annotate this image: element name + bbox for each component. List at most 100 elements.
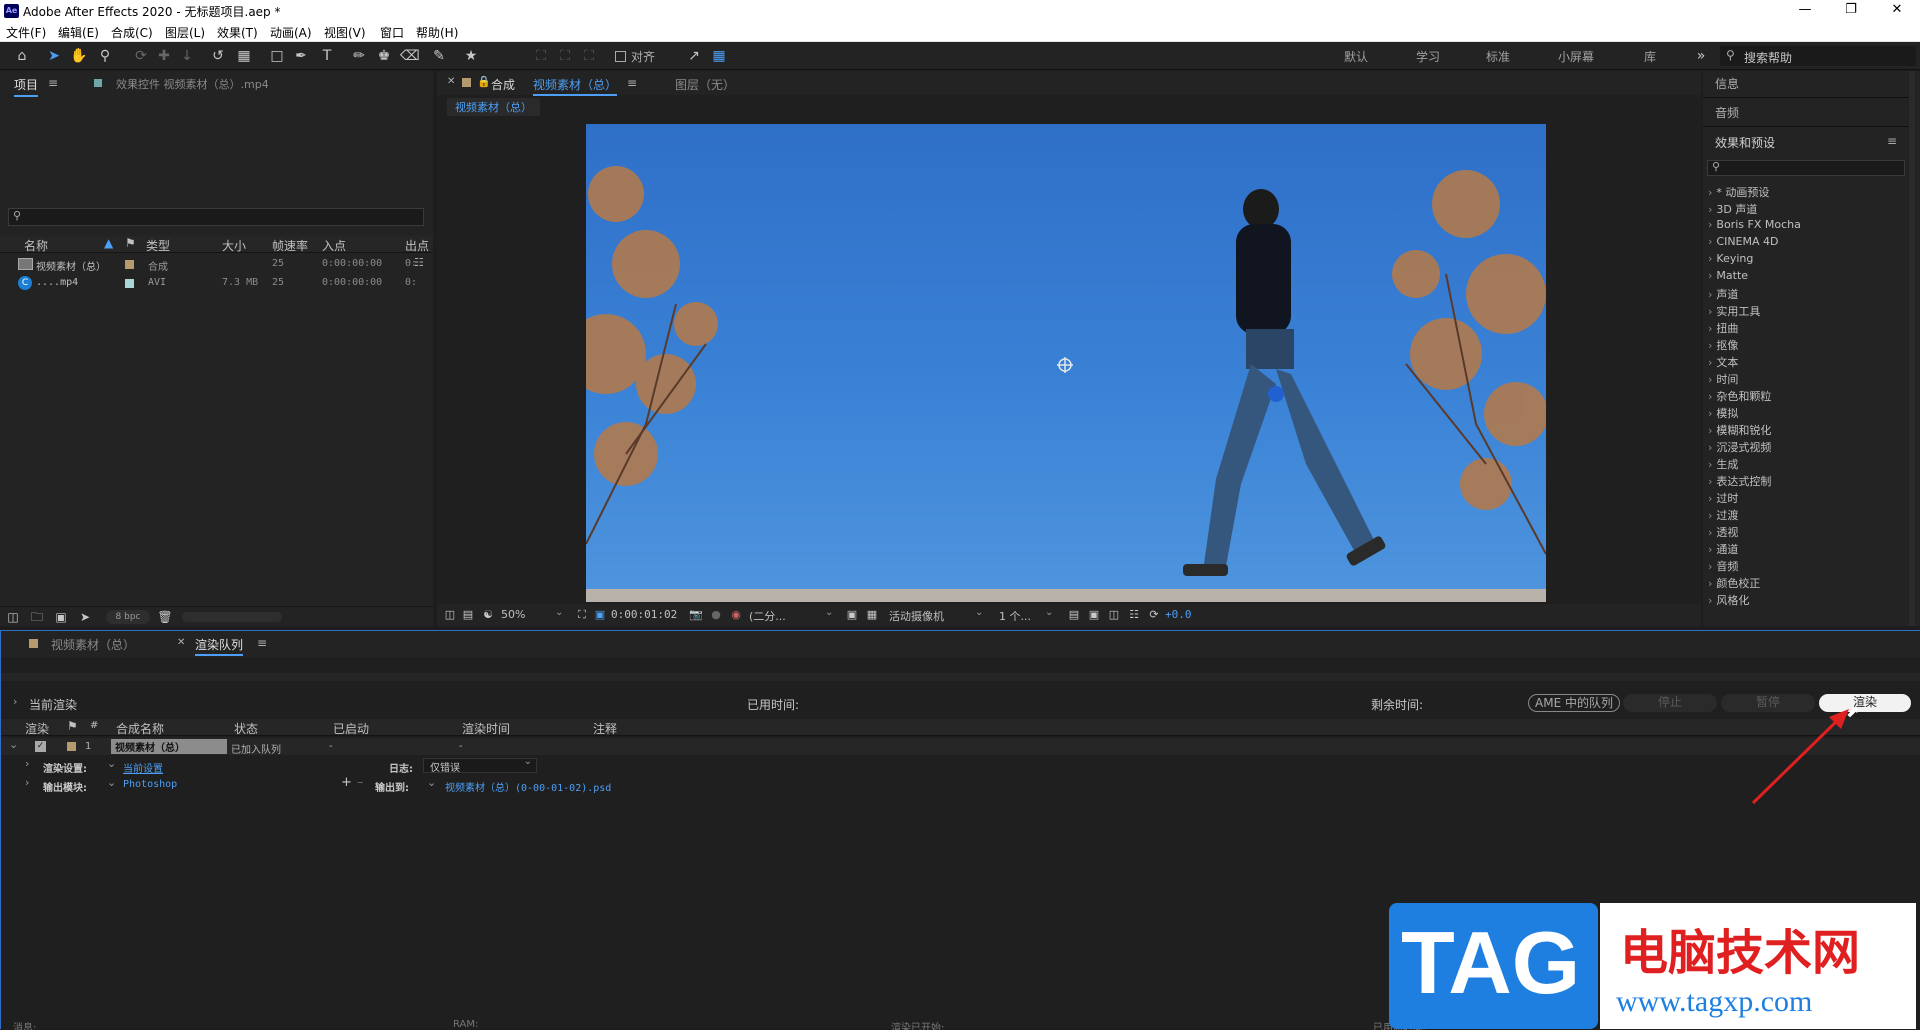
- log-select[interactable]: 仅错误 ⌄: [423, 756, 537, 774]
- selection-tool-icon[interactable]: ➤: [45, 47, 63, 65]
- menu-window[interactable]: 窗口: [380, 24, 404, 41]
- tab-render-queue[interactable]: 渲染队列: [195, 636, 244, 656]
- render-queue-icon[interactable]: ➤: [76, 608, 94, 626]
- render-checkbox[interactable]: ✓: [35, 741, 46, 752]
- col-number[interactable]: #: [90, 720, 98, 731]
- menu-edit[interactable]: 编辑(E): [58, 24, 99, 41]
- new-folder-icon[interactable]: 🗀: [28, 608, 46, 626]
- col-size[interactable]: 大小: [222, 237, 246, 254]
- project-scrollbar[interactable]: [182, 612, 282, 622]
- effects-category-item[interactable]: › Matte: [1708, 269, 1748, 282]
- effects-category-item[interactable]: › Boris FX Mocha: [1708, 218, 1801, 231]
- effects-category-item[interactable]: › * 动画预设: [1708, 184, 1769, 200]
- monitor-icon[interactable]: ▤: [459, 606, 477, 624]
- reset-exposure-icon[interactable]: ⟳: [1145, 606, 1163, 624]
- effects-category-item[interactable]: › 过渡: [1708, 507, 1738, 523]
- col-status[interactable]: 状态: [234, 720, 258, 737]
- fast-preview-icon[interactable]: ▣: [1085, 606, 1103, 624]
- timeline-icon[interactable]: ◫: [1105, 606, 1123, 624]
- hand-tool-icon[interactable]: ✋: [70, 47, 88, 65]
- brush-tool-icon[interactable]: ✏: [350, 47, 368, 65]
- render-settings-value[interactable]: 当前设置: [123, 760, 163, 775]
- chevron-down-icon[interactable]: ⌄: [427, 776, 436, 789]
- effects-category-item[interactable]: › 过时: [1708, 490, 1738, 506]
- label-color-swatch[interactable]: [67, 742, 76, 751]
- pixel-aspect-icon[interactable]: ▤: [1065, 606, 1083, 624]
- more-workspaces-icon[interactable]: »: [1692, 47, 1710, 65]
- effects-category-item[interactable]: › 模糊和锐化: [1708, 422, 1771, 438]
- chevron-down-icon[interactable]: ⌄: [1045, 607, 1053, 618]
- effects-category-item[interactable]: › 生成: [1708, 456, 1738, 472]
- effects-category-item[interactable]: › 扭曲: [1708, 320, 1738, 336]
- home-icon[interactable]: ⌂: [13, 47, 31, 65]
- add-output-module-icon[interactable]: +: [341, 775, 352, 790]
- col-render[interactable]: 渲染: [25, 720, 49, 737]
- effects-category-item[interactable]: › 沉浸式视频: [1708, 439, 1771, 455]
- snap-icon[interactable]: ↗: [685, 47, 703, 65]
- col-type[interactable]: 类型: [146, 237, 170, 254]
- close-tab-icon[interactable]: ✕: [177, 637, 185, 648]
- zoom-select[interactable]: 50%: [501, 608, 525, 621]
- queue-item-comp-name[interactable]: 视频素材（总）: [111, 739, 227, 754]
- effects-category-item[interactable]: › 3D 声道: [1708, 201, 1757, 217]
- roto-brush-icon[interactable]: ✎: [430, 47, 448, 65]
- menu-view[interactable]: 视图(V): [324, 24, 366, 41]
- chevron-down-icon[interactable]: ⌄: [9, 738, 18, 751]
- transparency-toggle-icon[interactable]: ▦: [863, 606, 881, 624]
- menu-file[interactable]: 文件(F): [6, 24, 46, 41]
- menu-layer[interactable]: 图层(L): [165, 24, 205, 41]
- col-out[interactable]: 出点: [405, 237, 429, 254]
- close-button[interactable]: ✕: [1874, 0, 1920, 22]
- col-in[interactable]: 入点: [322, 237, 346, 254]
- close-tab-icon[interactable]: ✕: [447, 76, 455, 87]
- comp-menu-icon[interactable]: ≡: [627, 76, 637, 90]
- view-axis-icon[interactable]: ⛶: [580, 47, 598, 65]
- menu-effect[interactable]: 效果(T): [217, 24, 258, 41]
- snapshot-camera-icon[interactable]: 📷: [687, 606, 705, 624]
- label-color-swatch[interactable]: [125, 260, 134, 269]
- label-tag-icon[interactable]: ⚑: [67, 719, 78, 733]
- interpret-footage-icon[interactable]: ◫: [4, 608, 22, 626]
- sort-ascending-icon[interactable]: ▲: [104, 236, 113, 250]
- effects-category-item[interactable]: › CINEMA 4D: [1708, 235, 1779, 248]
- output-to-value[interactable]: 视频素材（总）(0-00-01-02).psd: [445, 779, 611, 794]
- effects-category-item[interactable]: › 声道: [1708, 286, 1738, 302]
- workspace-small-screen[interactable]: 小屏幕: [1558, 48, 1594, 65]
- effects-menu-icon[interactable]: ≡: [1887, 134, 1897, 148]
- type-tool-icon[interactable]: T: [318, 47, 336, 65]
- color-channels-icon[interactable]: ◉: [727, 606, 745, 624]
- minimize-button[interactable]: —: [1782, 0, 1828, 22]
- composition-viewer[interactable]: [586, 124, 1546, 602]
- tab-composition[interactable]: 视频素材（总）: [533, 76, 618, 96]
- chevron-right-icon[interactable]: ›: [25, 757, 29, 770]
- tab-effect-controls[interactable]: 效果控件 视频素材（总）.mp4: [116, 76, 269, 92]
- effects-category-item[interactable]: › 实用工具: [1708, 303, 1760, 319]
- chevron-right-icon[interactable]: ›: [13, 695, 17, 708]
- zoom-tool-icon[interactable]: ⚲: [96, 47, 114, 65]
- chevron-down-icon[interactable]: ⌄: [975, 607, 983, 618]
- help-search-box[interactable]: ⚲ 搜索帮助: [1720, 46, 1916, 66]
- workspace-libraries[interactable]: 库: [1644, 48, 1656, 65]
- rotate-tool-icon[interactable]: ↺: [209, 47, 227, 65]
- exposure-value[interactable]: +0.0: [1165, 608, 1192, 621]
- col-render-time[interactable]: 渲染时间: [462, 720, 510, 737]
- label-tag-icon[interactable]: ⚑: [125, 236, 136, 250]
- transparency-grid-icon[interactable]: ▣: [591, 606, 609, 624]
- lock-icon[interactable]: 🔒: [477, 75, 491, 88]
- audio-panel-label[interactable]: 音频: [1715, 104, 1739, 121]
- bpc-button[interactable]: 8 bpc: [106, 610, 150, 624]
- dolly-camera-icon[interactable]: ↓: [178, 47, 196, 65]
- region-of-interest-icon[interactable]: ▣: [843, 606, 861, 624]
- label-color-swatch[interactable]: [125, 279, 134, 288]
- comp-breadcrumb[interactable]: 视频素材（总）: [447, 98, 540, 116]
- col-comment[interactable]: 注释: [593, 720, 617, 737]
- views-select[interactable]: 1 个...: [999, 608, 1031, 624]
- info-panel-label[interactable]: 信息: [1715, 75, 1739, 92]
- col-fps[interactable]: 帧速率: [272, 237, 308, 254]
- chevron-down-icon[interactable]: ⌄: [825, 607, 833, 618]
- chevron-down-icon[interactable]: ⌄: [107, 776, 116, 789]
- effects-presets-title[interactable]: 效果和预设: [1715, 134, 1775, 151]
- chevron-right-icon[interactable]: ›: [25, 776, 29, 789]
- menu-composition[interactable]: 合成(C): [111, 24, 153, 41]
- effects-search-input[interactable]: ⚲: [1707, 160, 1905, 176]
